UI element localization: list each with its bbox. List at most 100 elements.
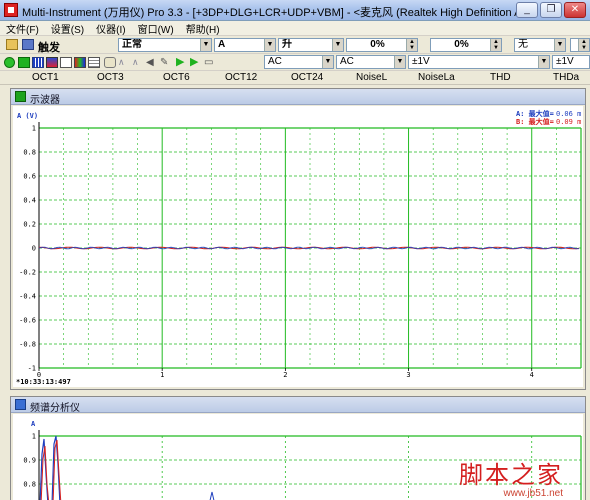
step-icon[interactable]: ∧: [132, 57, 144, 68]
spectrum-icon[interactable]: [32, 57, 44, 68]
x-tick-label: 4: [530, 371, 534, 379]
pretrigger-value: 0%: [454, 39, 469, 50]
chevron-down-icon: ▼: [554, 39, 565, 51]
spin-arrows-icon[interactable]: ▲ ▼: [406, 39, 417, 51]
spec-y-tick-label: 0.8: [23, 481, 36, 489]
y-tick-label: 0.6: [23, 173, 36, 181]
record-icon[interactable]: [4, 57, 15, 68]
filter-icon[interactable]: ▭: [204, 57, 216, 68]
readout-a-label: A: 最大值=: [516, 109, 554, 118]
trigger-level-stepper[interactable]: 0% ▲ ▼: [346, 38, 418, 52]
oscilloscope-plot[interactable]: A (V) A: 最大值= 0.06 m B: 最大值= 0.09 m 1 0.8…: [13, 106, 583, 387]
watermark: 脚本之家 www.jb51.net: [459, 462, 563, 499]
restore-button[interactable]: ❐: [540, 2, 562, 18]
y-tick-label: 1: [32, 125, 36, 133]
spectrum-window[interactable]: 频谱分析仪 A 1 0.9 0.8 脚本之家 www.jb51.net: [10, 396, 586, 500]
grid-icon[interactable]: [88, 57, 100, 68]
spectrum-icon: [15, 399, 26, 410]
watermark-text: 脚本之家: [459, 461, 563, 489]
band-oct12[interactable]: OCT12: [225, 72, 257, 83]
coupling-a-select[interactable]: AC ▼: [264, 55, 334, 69]
band-oct1[interactable]: OCT1: [32, 72, 59, 83]
range-b-select[interactable]: ±1V: [552, 55, 590, 69]
watermark-url: www.jb51.net: [503, 488, 563, 499]
spec-y-tick-label: 0.9: [23, 457, 36, 465]
oscilloscope-window[interactable]: 示波器 A (V) A: 最大值= 0.06 m B: 最大值= 0.09 m …: [10, 88, 586, 390]
coupling-a-value: AC: [268, 56, 282, 67]
window-title: Multi-Instrument (万用仪) Pro 3.3 - [+3DP+D…: [22, 7, 534, 19]
readout-b-value: 0.09 m: [556, 118, 581, 126]
menu-file[interactable]: 文件(F): [6, 21, 39, 36]
range-a-select[interactable]: ±1V ▼: [408, 55, 550, 69]
save-icon[interactable]: [22, 39, 34, 50]
spin-arrows-icon[interactable]: ▲ ▼: [578, 39, 589, 51]
range-a-value: ±1V: [412, 56, 430, 67]
oscilloscope-title: 示波器: [30, 95, 60, 106]
toolbar-trigger: 触发 正常 ▼ A ▼ 升 ▼ 0% ▲ ▼ 0% ▲ ▼ 无 ▼ ▲ ▼: [0, 36, 590, 54]
y-tick-label: 0.4: [23, 197, 36, 205]
spec-y-axis-label: A: [31, 420, 36, 428]
y-tick-label: -0.8: [19, 341, 36, 349]
band-oct24[interactable]: OCT24: [291, 72, 323, 83]
speaker-icon[interactable]: ◀: [146, 57, 158, 68]
band-noisela[interactable]: NoiseLa: [418, 72, 455, 83]
spectrum-peak: [209, 491, 215, 500]
trigger-channel-select[interactable]: A ▼: [214, 38, 276, 52]
app-icon[interactable]: [4, 3, 18, 17]
spectrum-title-bar[interactable]: 频谱分析仪: [11, 397, 585, 414]
spectrum-title: 频谱分析仪: [30, 403, 80, 414]
band-oct3[interactable]: OCT3: [97, 72, 124, 83]
readout-a-value: 0.06 m: [556, 110, 581, 118]
band-thda[interactable]: THDa: [553, 72, 579, 83]
chevron-down-icon: ▼: [200, 39, 211, 51]
play-icon[interactable]: ▶: [176, 57, 188, 68]
trigger-edge-select[interactable]: 升 ▼: [278, 38, 344, 52]
menu-settings[interactable]: 设置(S): [51, 21, 84, 36]
spec-y-tick-label: 1: [32, 433, 36, 441]
title-bar[interactable]: Multi-Instrument (万用仪) Pro 3.3 - [+3DP+D…: [0, 0, 590, 21]
menu-instrument[interactable]: 仪器(I): [96, 21, 125, 36]
trigger-scroll-stepper[interactable]: ▲ ▼: [570, 38, 590, 52]
spectrum-plot[interactable]: A 1 0.9 0.8 脚本之家 www.jb51.net: [13, 414, 583, 500]
oscilloscope-title-bar[interactable]: 示波器: [11, 89, 585, 106]
band-oct6[interactable]: OCT6: [163, 72, 190, 83]
spectrogram-icon[interactable]: [46, 57, 58, 68]
chevron-down-icon: ▼: [332, 39, 343, 51]
timer-icon[interactable]: [104, 57, 116, 68]
timestamp: *10:33:13:497: [16, 378, 71, 386]
y-tick-label: 0.8: [23, 149, 36, 157]
trigger-label: 触发: [38, 42, 60, 54]
trigger-extra-value: 无: [518, 39, 528, 50]
close-button[interactable]: ✕: [564, 2, 586, 18]
band-thd[interactable]: THD: [490, 72, 511, 83]
play-step-icon[interactable]: ▶: [190, 57, 202, 68]
trigger-mode-select[interactable]: 正常 ▼: [118, 38, 212, 52]
trigger-channel-value: A: [218, 39, 226, 50]
tools-icon[interactable]: ✎: [160, 57, 172, 68]
y-tick-label: -1: [28, 365, 36, 373]
waveform-icon[interactable]: [60, 57, 72, 68]
y-tick-label: 0: [32, 245, 36, 253]
x-tick-label: 1: [160, 371, 164, 379]
oscilloscope-icon[interactable]: [18, 57, 30, 68]
chevron-down-icon: ▼: [394, 56, 405, 68]
coupling-b-select[interactable]: AC ▼: [336, 55, 406, 69]
folder-open-icon[interactable]: [6, 39, 18, 50]
spin-arrows-icon[interactable]: ▲ ▼: [490, 39, 501, 51]
chevron-down-icon: ▼: [538, 56, 549, 68]
chevron-down-icon: ▼: [264, 39, 275, 51]
menu-window[interactable]: 窗口(W): [138, 21, 174, 36]
minimize-button[interactable]: _: [516, 2, 538, 18]
oscilloscope-icon: [15, 91, 26, 102]
menu-help[interactable]: 帮助(H): [186, 21, 220, 36]
chevron-down-icon: ▼: [322, 56, 333, 68]
readout-b-label: B: 最大值=: [516, 117, 554, 126]
color-bars-icon[interactable]: [74, 57, 86, 68]
sweep-icon[interactable]: ∧: [118, 57, 130, 68]
band-noisel[interactable]: NoiseL: [356, 72, 387, 83]
trigger-pretrigger-stepper[interactable]: 0% ▲ ▼: [430, 38, 502, 52]
y-tick-label: 0.2: [23, 221, 36, 229]
trigger-edge-value: 升: [282, 39, 292, 50]
trigger-extra-select[interactable]: 无 ▼: [514, 38, 566, 52]
y-tick-label: -0.4: [19, 293, 36, 301]
